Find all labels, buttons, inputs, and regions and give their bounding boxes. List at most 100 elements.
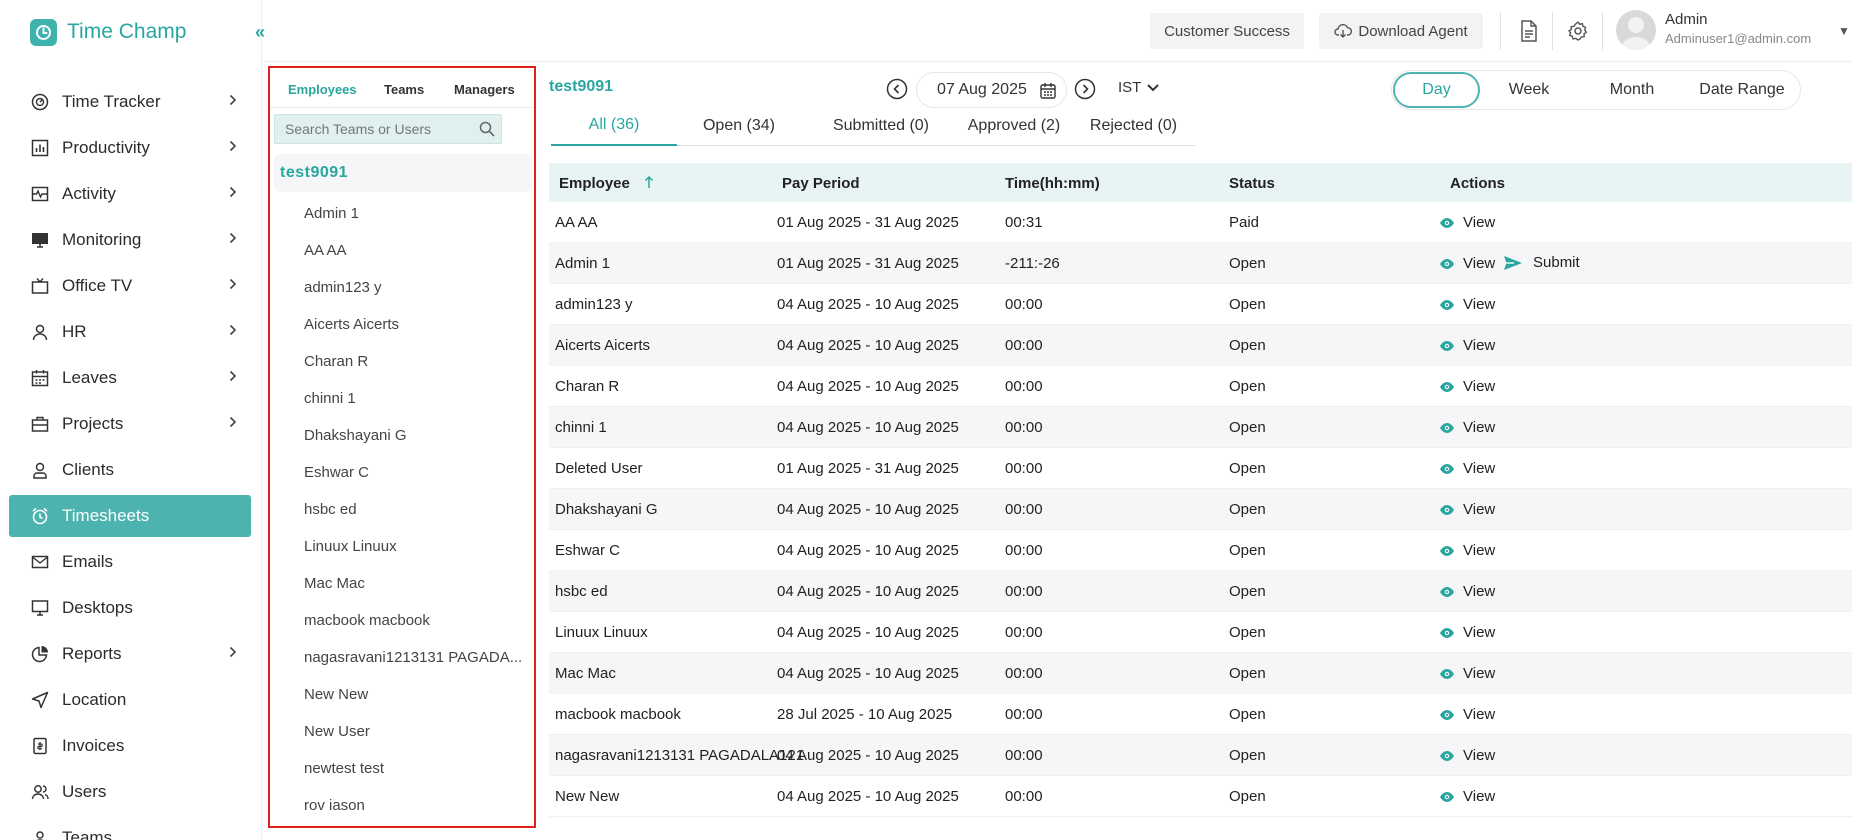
avatar[interactable] — [1616, 10, 1656, 50]
sidebar-item-monitoring[interactable]: Monitoring — [9, 219, 251, 261]
list-item[interactable]: Linuux Linuux — [270, 528, 534, 565]
column-employee[interactable]: Employee — [559, 175, 654, 193]
sidebar-item-activity[interactable]: Activity — [9, 173, 251, 215]
sidebar-item-teams[interactable]: Teams — [9, 817, 251, 840]
selected-date: 07 Aug 2025 — [937, 81, 1027, 98]
view-button[interactable]: View — [1439, 624, 1495, 641]
cell-employee: Linuux Linuux — [555, 624, 648, 641]
view-button[interactable]: View — [1439, 542, 1495, 559]
tab-rejected[interactable]: Rejected (0) — [1071, 106, 1196, 146]
employee-search-input[interactable] — [285, 121, 475, 137]
column-pay-period[interactable]: Pay Period — [782, 175, 860, 192]
submit-button[interactable]: Submit — [1503, 254, 1580, 271]
sidebar-item-office-tv[interactable]: Office TV — [9, 265, 251, 307]
view-button[interactable]: View — [1439, 337, 1495, 354]
view-label: View — [1463, 665, 1496, 682]
person-icon — [31, 323, 49, 341]
list-item[interactable]: Mac Mac — [270, 565, 534, 602]
list-item[interactable]: New User — [270, 713, 534, 750]
view-button[interactable]: View — [1439, 419, 1495, 436]
tab-open[interactable]: Open (34) — [685, 106, 793, 146]
view-button[interactable]: View — [1439, 378, 1495, 395]
sidebar-item-label: Office TV — [62, 276, 133, 295]
previous-date-icon[interactable] — [886, 78, 908, 105]
view-label: View — [1463, 624, 1496, 641]
view-button[interactable]: View — [1439, 747, 1495, 764]
sidebar-item-timesheets[interactable]: Timesheets — [9, 495, 251, 537]
view-button[interactable]: View — [1439, 788, 1495, 805]
calendar-icon[interactable] — [1040, 82, 1056, 104]
tab-teams[interactable]: Teams — [384, 82, 424, 97]
range-day-button[interactable]: Day — [1393, 72, 1480, 108]
range-month-button[interactable]: Month — [1582, 71, 1682, 109]
monitor-icon — [31, 231, 49, 249]
tab-approved[interactable]: Approved (2) — [949, 106, 1079, 146]
tab-managers[interactable]: Managers — [454, 82, 515, 97]
cell-time: 00:00 — [1005, 501, 1043, 518]
list-item[interactable]: nagasravani1213131 PAGADA... — [270, 639, 534, 676]
list-item[interactable]: rov iason — [270, 787, 534, 824]
sort-up-icon[interactable] — [644, 175, 654, 193]
list-item[interactable]: Charan R — [270, 343, 534, 380]
sidebar-item-location[interactable]: Location — [9, 679, 251, 721]
eye-icon — [1439, 668, 1455, 680]
brand[interactable]: Time Champ — [30, 17, 186, 47]
sidebar-item-hr[interactable]: HR — [9, 311, 251, 353]
user-name[interactable]: Admin — [1665, 11, 1708, 28]
list-item[interactable]: hsbc ed — [270, 491, 534, 528]
view-button[interactable]: View — [1439, 214, 1495, 231]
search-icon[interactable] — [479, 121, 495, 142]
view-button[interactable]: View — [1439, 665, 1495, 682]
chevron-right-icon — [229, 185, 237, 201]
sidebar-item-users[interactable]: Users — [9, 771, 251, 813]
timezone-select[interactable]: IST — [1118, 79, 1160, 96]
gear-icon[interactable] — [1565, 18, 1591, 44]
sidebar-item-leaves[interactable]: Leaves — [9, 357, 251, 399]
list-item[interactable]: Aicerts Aicerts — [270, 306, 534, 343]
list-item[interactable]: chinni 1 — [270, 380, 534, 417]
list-item[interactable]: newtest test — [270, 750, 534, 787]
document-icon[interactable] — [1516, 18, 1542, 44]
download-agent-button[interactable]: Download Agent — [1319, 13, 1483, 49]
tab-all[interactable]: All (36) — [551, 106, 677, 146]
main-content: test9091 07 Aug 2025 IST Day Week Month … — [540, 62, 1852, 840]
view-button[interactable]: View — [1439, 583, 1495, 600]
sidebar-item-projects[interactable]: Projects — [9, 403, 251, 445]
sidebar-item-emails[interactable]: Emails — [9, 541, 251, 583]
team-group-header[interactable]: test9091 — [274, 154, 532, 192]
list-item[interactable]: macbook macbook — [270, 602, 534, 639]
tab-submitted[interactable]: Submitted (0) — [811, 106, 951, 146]
list-item[interactable]: AA AA — [270, 232, 534, 269]
list-item[interactable]: Dhakshayani G — [270, 417, 534, 454]
calendar-icon — [31, 369, 49, 387]
list-item[interactable]: Eshwar C — [270, 454, 534, 491]
tab-employees[interactable]: Employees — [288, 82, 357, 97]
next-date-icon[interactable] — [1074, 78, 1096, 105]
sidebar-item-productivity[interactable]: Productivity — [9, 127, 251, 169]
view-button[interactable]: View — [1439, 706, 1495, 723]
view-button[interactable]: View — [1439, 501, 1495, 518]
range-date-range-button[interactable]: Date Range — [1688, 71, 1796, 109]
list-item[interactable]: New New — [270, 676, 534, 713]
list-item[interactable]: Admin 1 — [270, 195, 534, 232]
cell-time: 00:00 — [1005, 665, 1043, 682]
column-time[interactable]: Time(hh:mm) — [1005, 175, 1100, 192]
view-button[interactable]: View — [1439, 296, 1495, 313]
list-item[interactable]: admin123 y — [270, 269, 534, 306]
send-icon — [1503, 255, 1523, 271]
view-label: View — [1463, 378, 1496, 395]
sidebar-item-clients[interactable]: Clients — [9, 449, 251, 491]
sidebar-item-reports[interactable]: Reports — [9, 633, 251, 675]
view-button[interactable]: View — [1439, 460, 1495, 477]
view-label: View — [1463, 501, 1496, 518]
sidebar-item-time-tracker[interactable]: Time Tracker — [9, 81, 251, 123]
chevron-down-icon[interactable]: ▼ — [1838, 24, 1850, 38]
customer-success-button[interactable]: Customer Success — [1150, 13, 1304, 49]
column-status[interactable]: Status — [1229, 175, 1275, 192]
sidebar-item-invoices[interactable]: Invoices — [9, 725, 251, 767]
sidebar-item-desktops[interactable]: Desktops — [9, 587, 251, 629]
view-button[interactable]: View — [1439, 255, 1495, 272]
date-picker[interactable]: 07 Aug 2025 — [916, 72, 1067, 108]
cell-time: 00:00 — [1005, 460, 1043, 477]
range-week-button[interactable]: Week — [1484, 71, 1574, 109]
